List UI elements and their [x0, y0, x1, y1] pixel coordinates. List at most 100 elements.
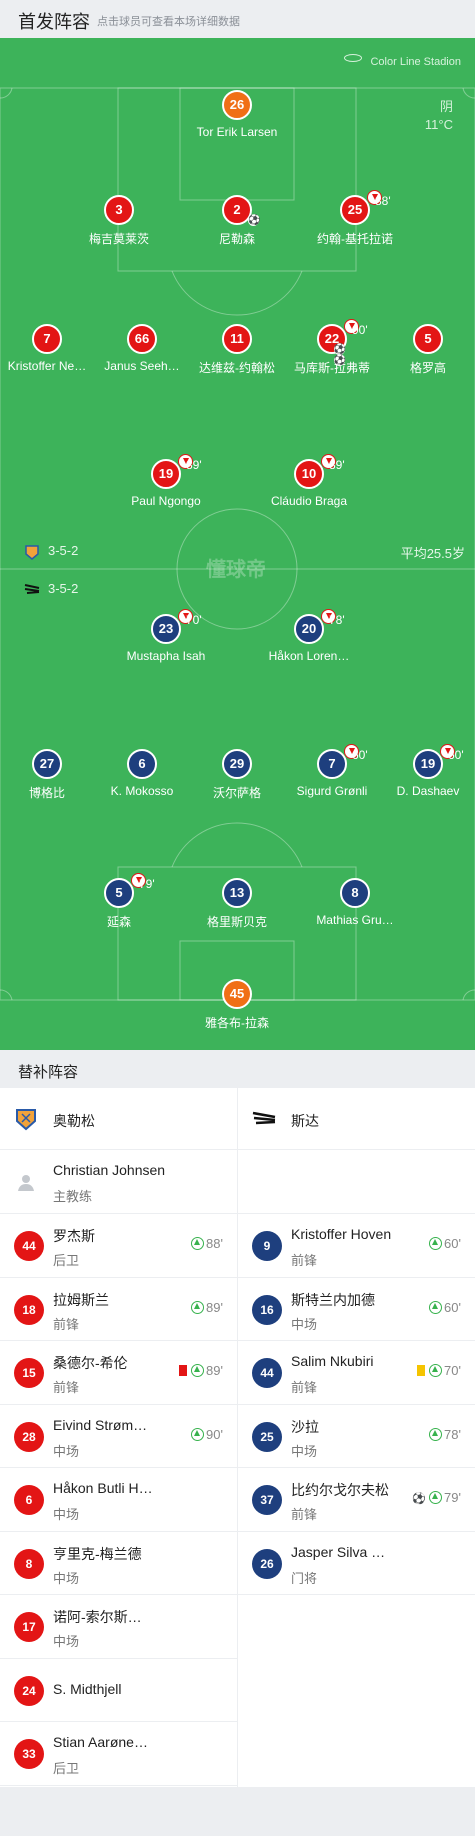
sub-player-row[interactable]: 6 Håkon Butli H… 中场 [0, 1468, 237, 1532]
coach-role: 主教练 [53, 1189, 93, 1204]
away-bench-panel: 斯达 9 Kristoffer Hoven 前锋 60' 16 斯特兰内加德 中场 60' 44… [238, 1088, 475, 1787]
player-number-badge: 20 78' [294, 609, 345, 644]
player-number: 23 [158, 621, 174, 636]
substitution-minute: 60' [448, 748, 464, 762]
away-player[interactable]: 19 60' D. Dashaev [373, 744, 475, 798]
home-player[interactable]: 25 88' 约翰-基托拉诺 [300, 190, 410, 247]
average-age: 平均25.5岁 [400, 546, 465, 561]
substitution-minute: 70' [186, 613, 202, 627]
sub-player-row[interactable]: 16 斯特兰内加德 中场 60' [238, 1278, 475, 1341]
weather-info: 阴 11°C [425, 98, 453, 134]
sub-player-row[interactable]: 15 桑德尔-希伦 前锋 89' [0, 1341, 237, 1405]
player-name: Håkon Butli H… [53, 1480, 153, 1496]
player-number-badge: 9 [252, 1231, 282, 1261]
sub-minute: 60' [444, 1236, 461, 1251]
player-number-badge: 27 [32, 749, 62, 779]
player-number-badge: 25 [252, 1421, 282, 1452]
away-team-row[interactable]: 斯达 [238, 1088, 475, 1150]
sub-in-icon [429, 1364, 443, 1377]
player-number: 19 [420, 756, 436, 771]
away-player[interactable]: 23 70' Mustapha Isah [111, 609, 221, 663]
player-position: 中场 [53, 1443, 80, 1459]
player-name: Paul Ngongo [131, 494, 201, 508]
player-name: 比约尔戈尔夫松 [291, 1482, 389, 1498]
pitch: Color Line Stadion 阴 11°C 懂球帝 3-5-2 3-5-… [0, 38, 475, 1050]
sub-minute: 88' [206, 1236, 223, 1251]
home-team-row[interactable]: 奥勒松 [0, 1088, 237, 1150]
home-player[interactable]: 19 89' Paul Ngongo [111, 454, 221, 508]
sub-player-row[interactable]: 37 比约尔戈尔夫松 前锋 ⚽ 79' [238, 1468, 475, 1532]
home-player[interactable]: 11 达维兹-约翰松 [182, 324, 292, 376]
sub-player-row[interactable]: 44 罗杰斯 后卫 88' [0, 1214, 237, 1278]
sub-minute: 90' [206, 1426, 223, 1442]
player-number: 20 [301, 621, 317, 636]
sub-player-row[interactable]: 28 Eivind Strøm… 中场 90' [0, 1405, 237, 1468]
away-player[interactable]: 20 78' Håkon Loren… [254, 609, 364, 663]
home-player[interactable]: 26 Tor Erik Larsen [182, 90, 292, 139]
player-number-badge: 19 60' [413, 744, 464, 779]
home-player[interactable]: 22 90' ⚽⚽ 马库斯-拉弗蒂 [277, 319, 387, 376]
stadium-label: Color Line Stadion [344, 54, 461, 68]
player-name: 尼勒森 [218, 232, 255, 246]
home-player[interactable]: 66 Janus Seeh… [87, 324, 197, 373]
player-name: 延森 [106, 915, 131, 929]
home-bench-panel: 奥勒松 Christian Johnsen 主教练 44 罗杰斯 后卫 88' 18 拉姆… [0, 1088, 237, 1787]
away-player[interactable]: 45 雅各布-拉森 [182, 979, 292, 1031]
away-player[interactable]: 29 沃尔萨格 [182, 749, 292, 801]
player-name: 约翰-基托拉诺 [317, 232, 393, 246]
player-number: 19 [158, 466, 174, 481]
sub-in-icon [429, 1237, 443, 1250]
sub-player-row[interactable]: 8 亨里克-梅兰德 中场 [0, 1532, 237, 1595]
home-player[interactable]: 2 ⚽ 尼勒森 [182, 195, 292, 247]
player-name: 雅各布-拉森 [205, 1016, 269, 1030]
substitution-minute: 88' [375, 194, 391, 208]
player-number-badge: 19 89' [151, 454, 202, 489]
sub-in-icon [429, 1300, 443, 1314]
sub-player-row[interactable]: 18 拉姆斯兰 前锋 89' [0, 1278, 237, 1341]
home-player[interactable]: 10 89' Cláudio Braga [254, 454, 364, 508]
player-number: 6 [138, 756, 146, 771]
substitution-minute: 89' [329, 458, 345, 472]
home-player[interactable]: 3 梅吉莫莱茨 [64, 195, 174, 247]
away-player[interactable]: 6 K. Mokosso [87, 749, 197, 798]
sub-event: 88' [191, 1236, 223, 1251]
away-player[interactable]: 8 Mathias Gru… [300, 878, 410, 927]
sub-player-row[interactable]: 26 Jasper Silva … 门将 [238, 1532, 475, 1595]
player-name: 斯特兰内加德 [291, 1291, 375, 1308]
player-position: 中场 [53, 1507, 80, 1522]
player-name: Mathias Gru… [316, 913, 394, 927]
player-name: 诺阿-索尔斯… [53, 1609, 142, 1625]
player-number-badge: 2 ⚽ [222, 195, 260, 226]
sub-player-row[interactable]: 25 沙拉 中场 78' [238, 1405, 475, 1468]
sub-player-row[interactable]: 44 Salim Nkubiri 前锋 70' [238, 1341, 475, 1405]
player-number: 29 [229, 756, 245, 771]
substitution-minute: 60' [352, 748, 368, 762]
player-position: 前锋 [291, 1507, 318, 1522]
player-name: 罗杰斯 [53, 1228, 95, 1244]
sub-player-row[interactable]: 33 Stian Aarøne… 后卫 [0, 1722, 237, 1786]
player-number: 27 [39, 756, 55, 771]
sub-event: 60' [429, 1236, 461, 1251]
player-number-badge: 6 [127, 749, 157, 779]
player-name: 马库斯-拉弗蒂 [294, 361, 370, 375]
player-number-badge: 66 [127, 324, 157, 354]
player-name: Stian Aarøne… [53, 1734, 148, 1750]
player-name: Sigurd Grønli [296, 784, 368, 798]
away-player[interactable]: 7 60' Sigurd Grønli [277, 744, 387, 798]
player-position: 后卫 [53, 1761, 80, 1776]
sub-player-row[interactable]: 17 诺阿-索尔斯… 中场 [0, 1595, 237, 1659]
home-player[interactable]: 5 格罗高 [373, 324, 475, 376]
sub-player-row[interactable]: 24 S. Midthjell [0, 1659, 237, 1722]
away-player[interactable]: 13 格里斯贝克 [182, 878, 292, 930]
home-team-logo-icon [16, 1109, 36, 1131]
player-name: Janus Seeh… [104, 359, 180, 373]
sub-player-row[interactable]: 9 Kristoffer Hoven 前锋 60' [238, 1214, 475, 1278]
player-number-badge: 7 [32, 324, 62, 354]
player-number-badge: 25 88' [340, 190, 391, 225]
player-name: 沙拉 [291, 1418, 319, 1435]
away-player[interactable]: 5 79' 延森 [64, 873, 174, 930]
player-position: 门将 [291, 1570, 318, 1586]
bench-header: 替补阵容 [0, 1050, 475, 1088]
coach-row[interactable]: Christian Johnsen 主教练 [0, 1150, 237, 1214]
player-name: 梅吉莫莱茨 [88, 232, 149, 246]
